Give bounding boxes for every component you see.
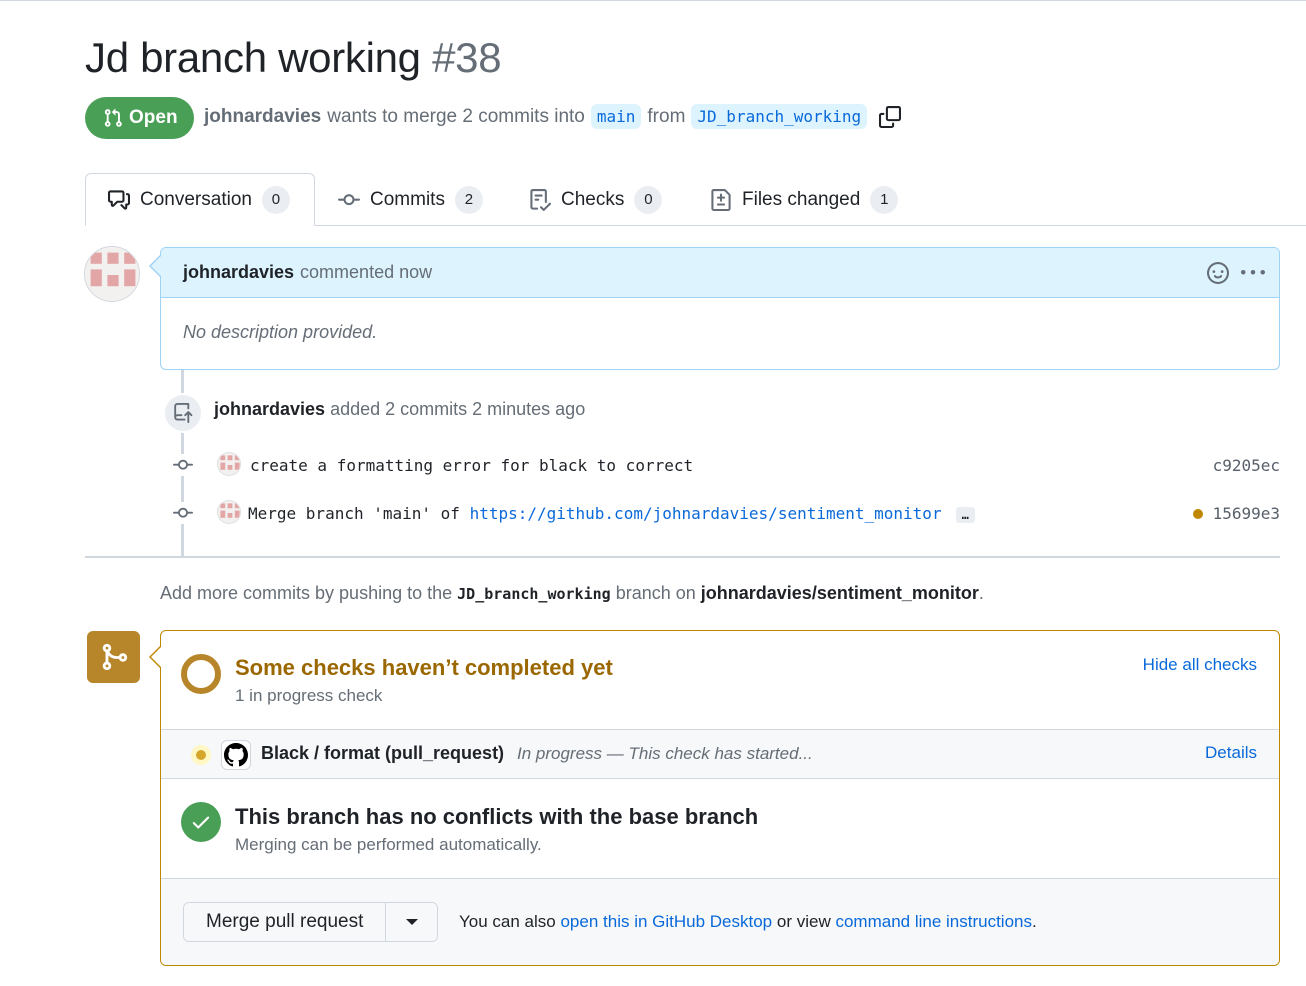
comment-caret-inner (151, 255, 162, 277)
commit-icon (172, 502, 194, 524)
commit-sha-text[interactable]: c9205ec (1213, 456, 1280, 475)
tab-label: Files changed (742, 188, 861, 210)
tab-label: Commits (370, 188, 445, 210)
merge-footer: Merge pull request You can also open thi… (161, 878, 1279, 965)
conflicts-title: This branch has no conflicts with the ba… (235, 804, 759, 829)
triangle-down-icon (405, 919, 418, 925)
expand-commit-button[interactable]: … (955, 507, 975, 523)
comment-header: johnardavies commented now (161, 248, 1279, 298)
tab-count: 2 (454, 185, 483, 214)
merge-box: Some checks haven’t completed yet 1 in p… (160, 630, 1280, 966)
hide-checks-link[interactable]: Hide all checks (1143, 655, 1257, 675)
commit-message: Merge branch 'main' of https://github.co… (248, 504, 975, 523)
kebab-icon[interactable] (1241, 261, 1265, 285)
tab-label: Conversation (140, 188, 252, 210)
head-branch[interactable]: JD_branch_working (691, 104, 868, 129)
github-logo-icon (221, 740, 251, 770)
merge-hint: You can also open this in GitHub Desktop… (459, 912, 1037, 932)
repo-push-icon (173, 403, 193, 423)
git-merge-icon (99, 642, 129, 672)
checklist-icon (529, 188, 551, 211)
push-event: johnardavies added 2 commits 2 minutes a… (214, 399, 585, 420)
hint-repo[interactable]: johnardavies/sentiment_monitor (701, 583, 979, 603)
avatar[interactable] (217, 500, 241, 524)
push-author[interactable]: johnardavies (214, 399, 325, 419)
tab-checks[interactable]: Checks 0 (507, 173, 684, 226)
hint-branch: JD_branch_working (457, 585, 611, 603)
pending-status-dot[interactable] (1192, 508, 1203, 519)
commit-sha-text[interactable]: 15699e3 (1213, 504, 1280, 523)
tab-files-changed[interactable]: Files changed 1 (688, 173, 920, 226)
checks-title: Some checks haven’t completed yet (235, 655, 613, 680)
commit-icon (172, 454, 194, 476)
tab-conversation[interactable]: Conversation 0 (85, 173, 315, 226)
status-label: Open (129, 107, 178, 128)
commit-icon (338, 189, 360, 211)
check-status: In progress — This check has started... (517, 744, 813, 763)
meta-text-from: from (647, 105, 686, 127)
author-link[interactable]: johnardavies (204, 106, 321, 128)
avatar[interactable] (217, 452, 241, 476)
hint-text: Add more commits by pushing to the (160, 583, 453, 603)
tab-count: 0 (261, 185, 290, 214)
hint-text: or view (776, 912, 831, 931)
check-row: Black / format (pull_request) In progres… (161, 729, 1279, 779)
merge-options-button[interactable] (385, 903, 438, 941)
merge-button-group: Merge pull request (183, 902, 439, 942)
merge-caret-inner (151, 646, 162, 668)
hint-text: . (1032, 912, 1037, 931)
merge-pull-request-button[interactable]: Merge pull request (184, 903, 386, 941)
merge-status-badge (87, 631, 140, 683)
commit-link[interactable]: https://github.com/johnardavies/sentimen… (470, 504, 942, 523)
file-diff-icon (710, 188, 732, 211)
commit-sha[interactable]: c9205ec (1213, 456, 1280, 475)
pending-status-icon (181, 654, 221, 694)
push-text: added 2 commits 2 minutes ago (330, 399, 586, 419)
comment-body: No description provided. (183, 322, 378, 342)
open-in-desktop-link[interactable]: open this in GitHub Desktop (560, 912, 772, 931)
avatar[interactable] (84, 246, 140, 302)
page-title: Jd branch working #38 (85, 34, 502, 82)
comment-actions (1207, 261, 1265, 285)
tab-count: 1 (870, 185, 899, 214)
repo-push-badge (163, 393, 203, 433)
pr-title: Jd branch working (85, 34, 421, 81)
check-icon (181, 802, 221, 842)
copy-icon[interactable] (879, 105, 902, 128)
pr-number: #38 (432, 34, 502, 81)
hint-text: You can also (459, 912, 556, 931)
comment-box: johnardavies commented now No descriptio… (160, 247, 1280, 370)
command-line-instructions-link[interactable]: command line instructions (835, 912, 1032, 931)
meta-text: wants to merge 2 commits into (327, 105, 585, 127)
check-name: Black / format (pull_request) (261, 743, 505, 763)
check-details-link[interactable]: Details (1205, 743, 1257, 763)
checks-subtitle: 1 in progress check (235, 686, 383, 705)
commit-message[interactable]: create a formatting error for black to c… (250, 456, 693, 475)
add-more-hint: Add more commits by pushing to the JD_br… (160, 583, 984, 604)
in-progress-icon (191, 745, 211, 765)
conversation-icon (108, 189, 130, 211)
commit-sha[interactable]: 15699e3 (1192, 504, 1280, 523)
tab-label: Checks (561, 188, 625, 210)
status-badge: Open (85, 97, 194, 139)
top-border (0, 0, 1306, 1)
tab-commits[interactable]: Commits 2 (316, 173, 505, 226)
base-branch[interactable]: main (590, 104, 642, 129)
hint-text: branch on (615, 583, 696, 603)
git-pull-request-icon (103, 108, 123, 128)
commit-message-text[interactable]: Merge branch 'main' of (248, 504, 470, 523)
conflicts-subtitle: Merging can be performed automatically. (235, 835, 542, 854)
smiley-icon[interactable] (1207, 262, 1229, 284)
comment-action[interactable]: commented now (300, 262, 432, 283)
hint-text: . (978, 583, 984, 603)
comment-author[interactable]: johnardavies (183, 262, 294, 283)
pr-meta: johnardavies wants to merge 2 commits in… (204, 104, 902, 129)
timeline-divider (85, 556, 1280, 558)
tab-count: 0 (634, 185, 663, 214)
